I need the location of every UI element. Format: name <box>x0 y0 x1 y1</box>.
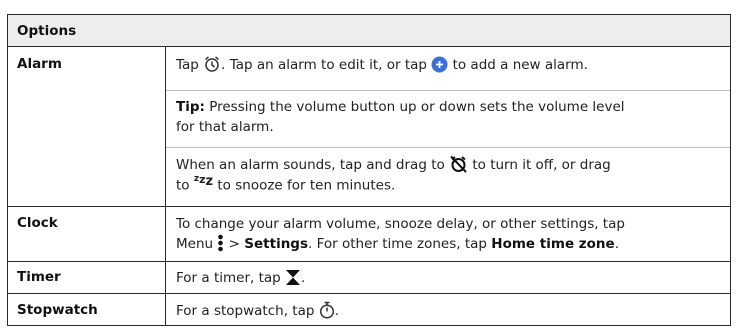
alarm-cell-tip: Tip: Pressing the volume button up or do… <box>166 90 730 145</box>
table-row-timer: Timer For a timer, tap . <box>8 261 730 293</box>
alarm-p1-text-b: . Tap an alarm to edit it, or tap <box>221 57 427 73</box>
clock-text-end: . <box>614 236 619 252</box>
table-row-alarm: Alarm Tap . Tap an alarm to edit it, or … <box>8 46 730 206</box>
alarm-p1-text-c: to add a new alarm. <box>452 57 588 73</box>
clock-gt: > <box>228 236 240 252</box>
alarm-off-icon <box>450 155 467 173</box>
row-label-clock: Clock <box>17 215 58 231</box>
add-circle-icon <box>431 56 448 72</box>
stopwatch-cell: For a stopwatch, tap . <box>166 301 730 321</box>
clock-text-mid: . For other time zones, tap <box>308 236 487 252</box>
stopwatch-text-b: . <box>334 303 340 319</box>
timer-text-b: . <box>301 270 306 286</box>
alarm-p3-text-b: to turn it off, or drag <box>472 157 611 173</box>
clock-home-tz-label: Home time zone <box>491 236 615 252</box>
alarm-p3-text-a: When an alarm sounds, tap and drag to <box>176 157 445 173</box>
row-label-alarm: Alarm <box>17 56 62 72</box>
table-header-row: Options <box>8 15 730 46</box>
snooze-icon: zzz <box>193 173 214 189</box>
clock-cell: To change your alarm volume, snooze dela… <box>166 214 730 254</box>
clock-menu-text: Menu <box>176 236 214 252</box>
row-label-stopwatch: Stopwatch <box>17 302 98 318</box>
hourglass-icon <box>286 269 301 285</box>
timer-cell: For a timer, tap . <box>166 268 730 288</box>
alarm-p1-text-a: Tap <box>176 57 199 73</box>
table-row-clock: Clock To change your alarm volume, snooz… <box>8 206 730 261</box>
stopwatch-icon <box>319 301 334 319</box>
header-options: Options <box>17 23 77 39</box>
tip-label: Tip: <box>176 99 205 115</box>
row-label-timer: Timer <box>17 269 61 285</box>
clock-text-1: To change your alarm volume, snooze dela… <box>176 216 625 232</box>
tip-text: Pressing the volume button up or down se… <box>209 99 625 115</box>
alarm-cell-p3: When an alarm sounds, tap and drag to to… <box>166 147 730 207</box>
stopwatch-text-a: For a stopwatch, tap <box>176 303 315 319</box>
alarm-cell-p1: Tap . Tap an alarm to edit it, or tap to… <box>166 55 730 88</box>
timer-text-a: For a timer, tap <box>176 270 281 286</box>
alarm-clock-icon <box>205 56 220 72</box>
tip-text-2: for that alarm. <box>176 119 274 135</box>
table-row-stopwatch: Stopwatch For a stopwatch, tap . <box>8 293 730 327</box>
menu-dots-icon <box>218 234 224 252</box>
alarm-p3-text-c: to <box>176 177 190 194</box>
alarm-p3-text-d: to snooze for ten minutes. <box>217 177 396 194</box>
options-table: Options Alarm Tap . Tap an alarm to edit… <box>7 14 731 326</box>
clock-settings-label: Settings <box>244 236 309 252</box>
